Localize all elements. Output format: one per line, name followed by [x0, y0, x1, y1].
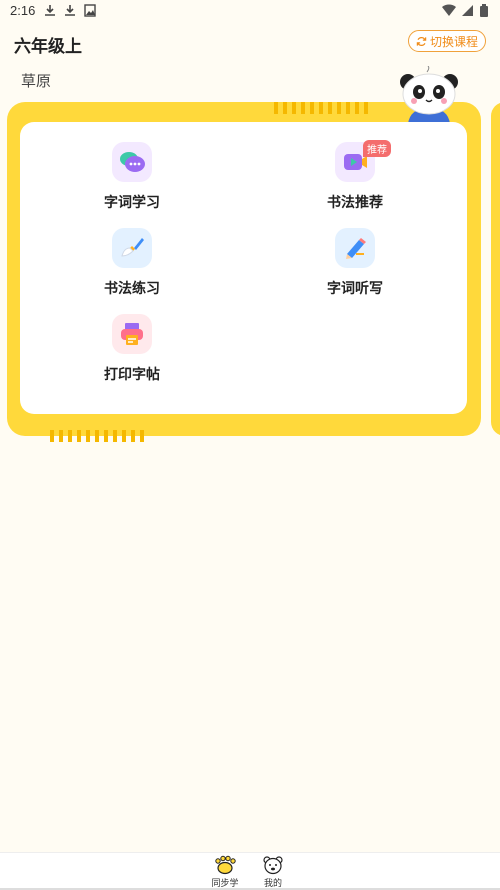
- wifi-icon: [442, 4, 456, 17]
- next-lesson-card-peek[interactable]: [491, 102, 500, 436]
- pencil-icon: [335, 228, 375, 268]
- switch-course-label: 切换课程: [429, 34, 478, 49]
- panda-mascot: [400, 66, 458, 124]
- brush-icon: [112, 228, 152, 268]
- bottom-navigation: 同步学 我的: [0, 852, 500, 890]
- refresh-icon: [416, 36, 427, 46]
- recommend-badge: 推荐: [363, 140, 391, 157]
- battery-icon: [480, 4, 488, 17]
- tile-label: 书法练习: [104, 280, 160, 296]
- tile-calligraphy-recommend[interactable]: 推荐 书法推荐: [295, 140, 415, 218]
- download-icon: [45, 5, 55, 16]
- status-time: 2:16: [10, 3, 36, 18]
- printer-icon: [112, 314, 152, 354]
- page-title: 六年级上: [14, 37, 82, 56]
- stripe-decoration: [274, 102, 368, 114]
- tile-label: 字词学习: [104, 194, 160, 210]
- cellular-icon: [462, 5, 473, 16]
- tile-label: 打印字帖: [104, 366, 160, 382]
- tile-calligraphy-practice[interactable]: 书法练习: [72, 228, 192, 304]
- tile-word-dictation[interactable]: 字词听写: [295, 228, 415, 304]
- tile-word-study[interactable]: 字词学习: [72, 142, 192, 218]
- tile-print-copybook[interactable]: 打印字帖: [72, 314, 192, 390]
- switch-course-button[interactable]: 切换课程: [407, 30, 486, 52]
- header: 六年级上 切换课程: [0, 28, 500, 58]
- bear-face-icon: [263, 856, 283, 875]
- status-bar: 2:16: [0, 0, 500, 24]
- image-icon: [84, 4, 96, 17]
- video-play-icon: 推荐: [335, 140, 391, 182]
- download-icon: [65, 5, 75, 16]
- nav-item-mine[interactable]: 我的: [253, 855, 293, 890]
- tile-label: 书法推荐: [327, 194, 383, 210]
- stripe-decoration: [50, 430, 144, 442]
- nav-item-sync-study[interactable]: 同步学: [205, 855, 245, 890]
- chat-bubbles-icon: [112, 142, 152, 182]
- paw-icon: [215, 855, 236, 875]
- lesson-title: 草原: [21, 73, 52, 90]
- tile-label: 字词听写: [327, 280, 383, 296]
